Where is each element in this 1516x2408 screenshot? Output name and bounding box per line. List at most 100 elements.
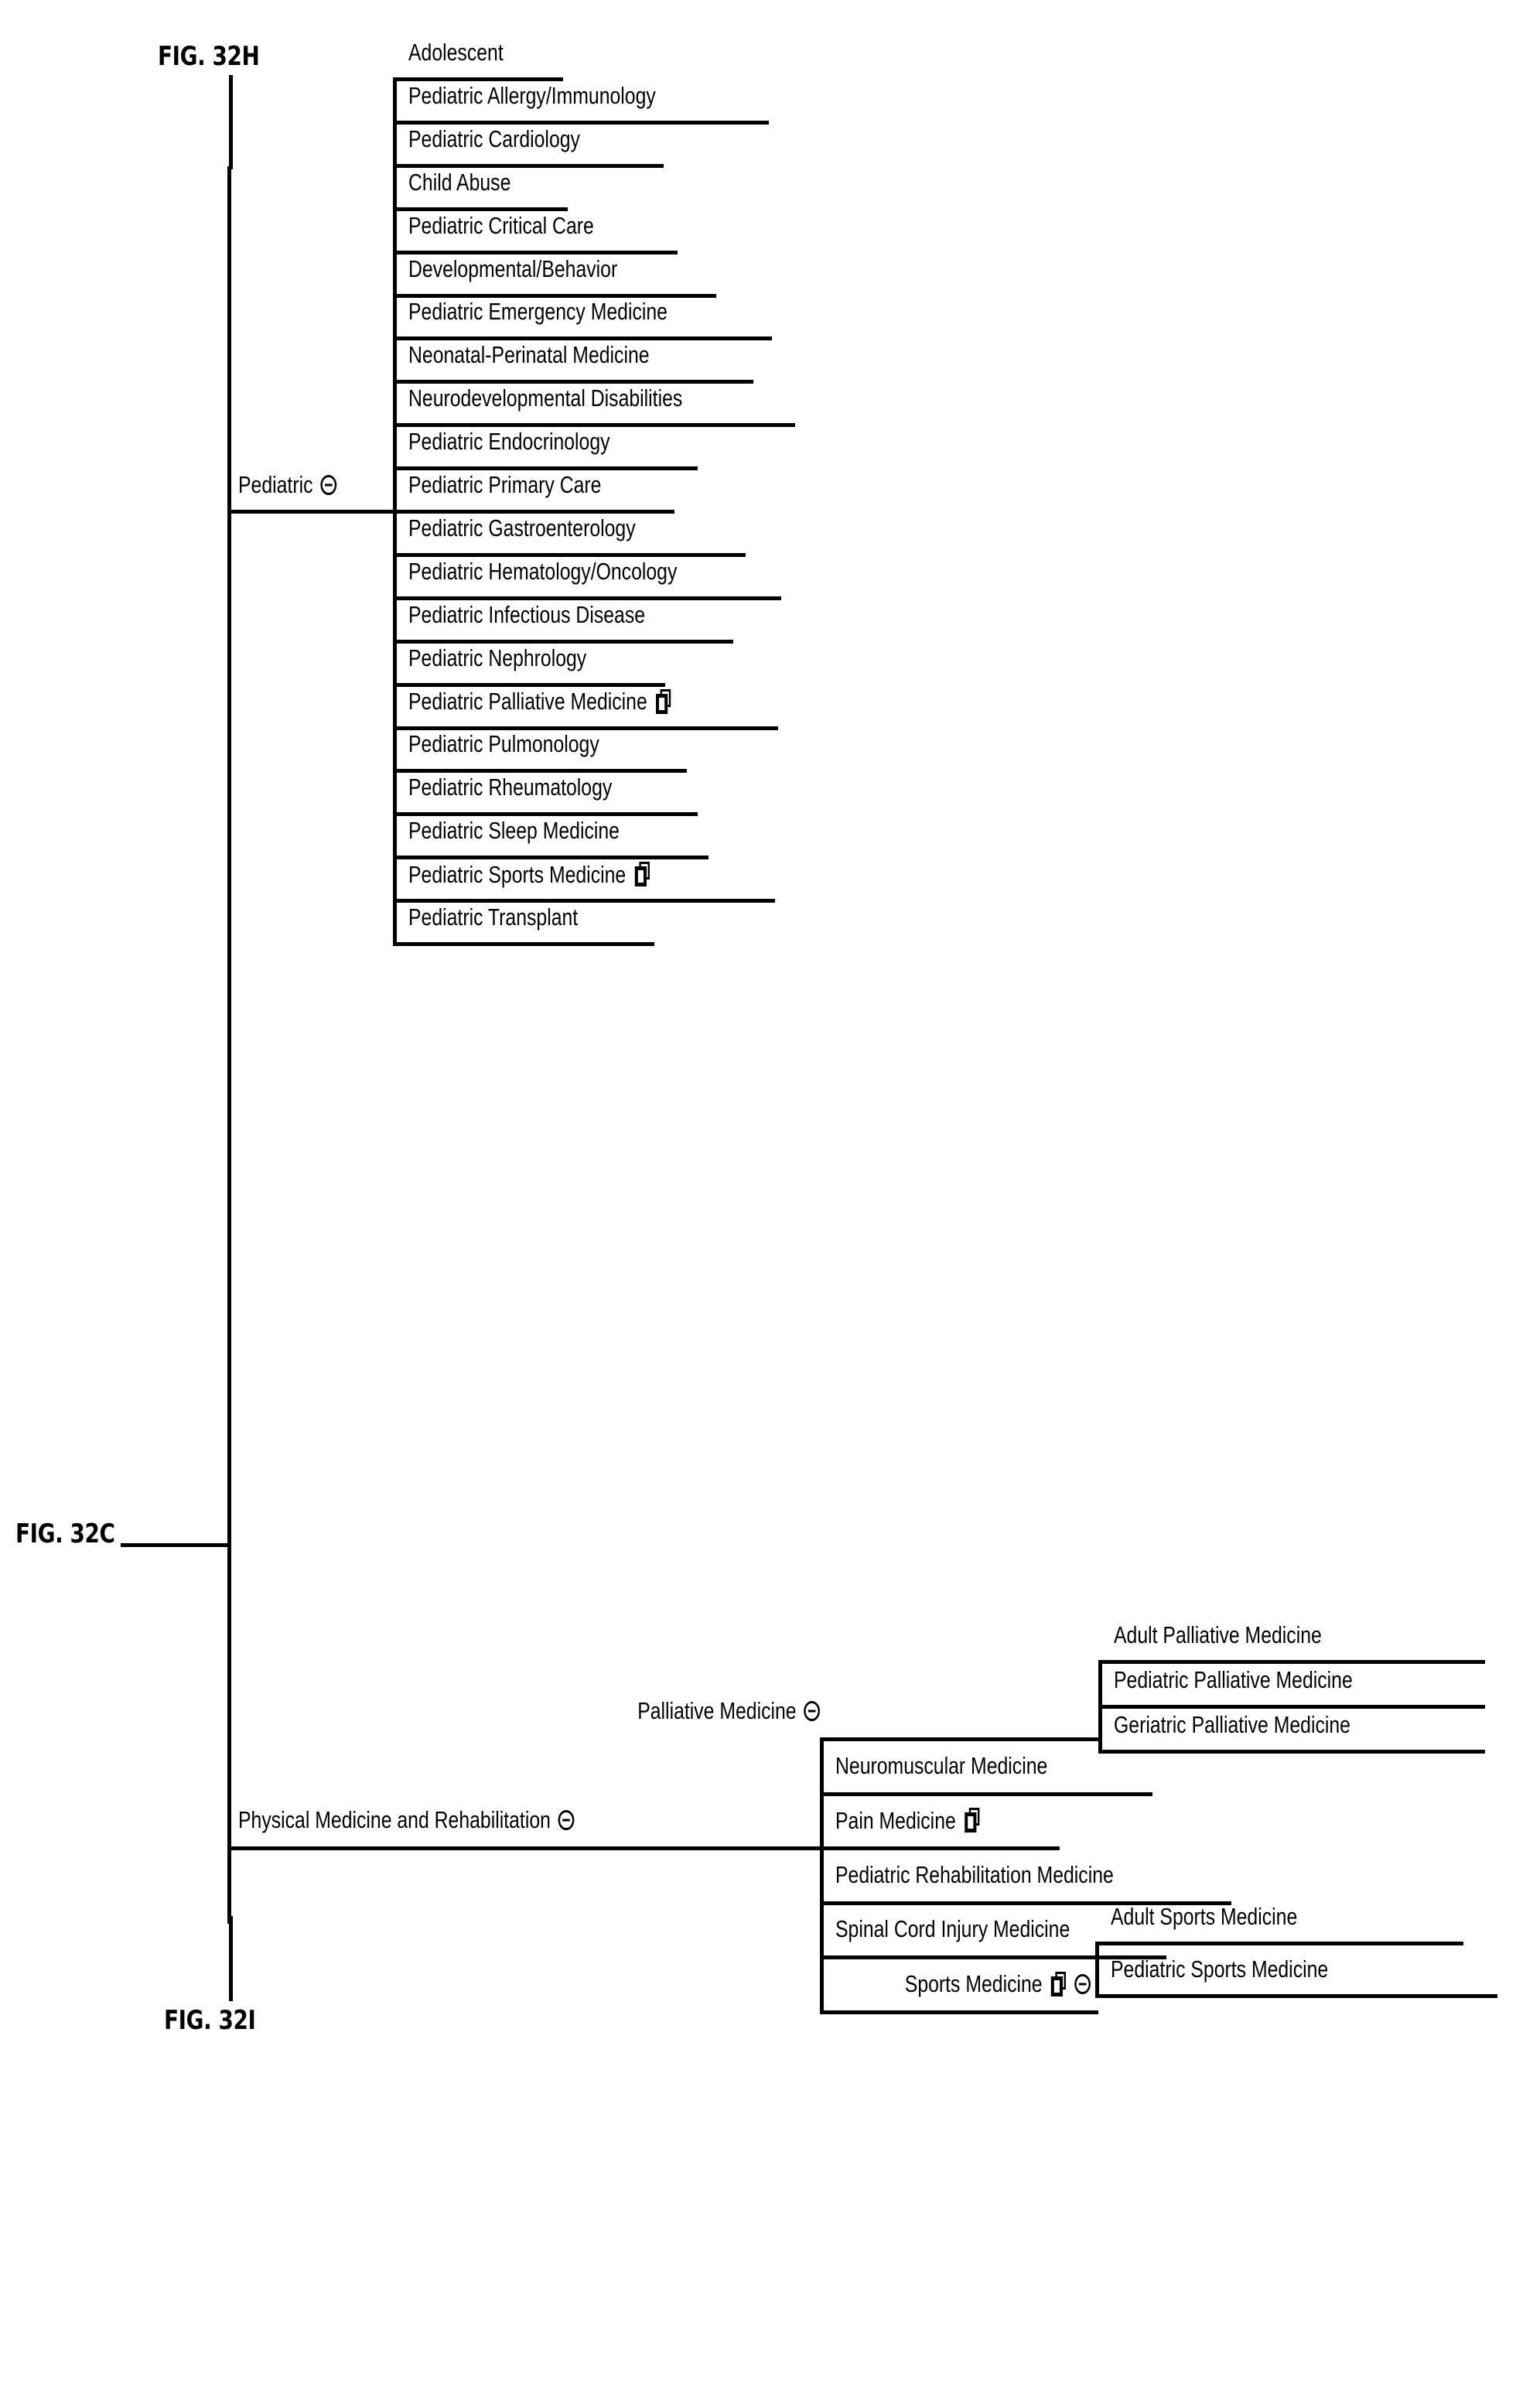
tree-node-pediatric-sports-medicine-label: Pediatric Sports Medicine [408, 860, 627, 888]
tree-node-pediatric-pulmonology-label: Pediatric Pulmonology [408, 730, 599, 758]
tree-node-palliative-medicine[interactable]: Palliative Medicine [634, 1699, 820, 1723]
pediatric-pulmonology-underline [393, 769, 687, 774]
tree-node-adult-sports-medicine[interactable]: Adult Sports Medicine [1111, 1904, 1297, 1928]
tree-node-pediatric-allergy-immunology-label: Pediatric Allergy/Immunology [408, 81, 656, 109]
circled-minus-icon[interactable] [804, 1700, 820, 1721]
tree-node-pediatric-sleep-medicine[interactable]: Pediatric Sleep Medicine [408, 818, 620, 842]
tree-node-pain-medicine[interactable]: Pain Medicine [835, 1808, 981, 1832]
duplicate-sheets-icon[interactable] [634, 862, 650, 887]
figure-label-32h: FIG. 32H [158, 41, 260, 72]
duplicate-sheets-icon[interactable] [655, 688, 672, 714]
tree-node-neurodevelopmental-disabilities-label: Neurodevelopmental Disabilities [408, 384, 683, 412]
tree-node-adolescent[interactable]: Adolescent [408, 40, 504, 64]
tree-node-adult-palliative-medicine-label: Adult Palliative Medicine [1114, 1621, 1322, 1648]
palliative-medicine-underline [820, 1737, 1098, 1741]
sports-medicine-underline [820, 2010, 1098, 2014]
figure-label-32i: FIG. 32I [164, 2005, 256, 2036]
tree-node-neuromuscular-medicine[interactable]: Neuromuscular Medicine [835, 1754, 1047, 1778]
figure-label-32c: FIG. 32C [15, 1518, 115, 1549]
duplicate-sheets-icon[interactable] [1050, 1971, 1067, 1996]
pediatric-cardiology-underline [393, 163, 664, 168]
tree-node-pediatric[interactable]: Pediatric [238, 473, 336, 497]
tree-node-pediatric-sports-medicine-child[interactable]: Pediatric Sports Medicine [1111, 1957, 1328, 1981]
tree-node-pediatric-cardiology[interactable]: Pediatric Cardiology [408, 127, 580, 151]
tree-node-physical-medicine-and-rehabilitation-label: Physical Medicine and Rehabilitation [238, 1806, 551, 1833]
pediatric-infectious-disease-underline [393, 639, 733, 644]
circled-minus-icon[interactable] [558, 1809, 575, 1830]
pediatric-rheumatology-underline [393, 812, 698, 817]
pediatric-palliative-medicine-child-underline [1098, 1705, 1485, 1709]
tree-node-pediatric-rehabilitation-medicine-label: Pediatric Rehabilitation Medicine [835, 1860, 1114, 1888]
tree-node-pediatric-rheumatology[interactable]: Pediatric Rheumatology [408, 775, 612, 799]
geriatric-palliative-medicine-underline [1098, 1750, 1485, 1754]
tree-node-pediatric-palliative-medicine[interactable]: Pediatric Palliative Medicine [408, 688, 672, 714]
adult-sports-medicine-underline [1095, 1942, 1463, 1945]
tree-node-pediatric-hematology-oncology[interactable]: Pediatric Hematology/Oncology [408, 559, 677, 583]
duplicate-sheets-icon[interactable] [964, 1808, 981, 1832]
tree-node-pediatric-endocrinology-label: Pediatric Endocrinology [408, 428, 610, 456]
tree-node-pediatric-pulmonology[interactable]: Pediatric Pulmonology [408, 732, 599, 756]
tree-node-pediatric-sports-medicine[interactable]: Pediatric Sports Medicine [408, 860, 650, 888]
root-spine [227, 166, 231, 1924]
child-abuse-underline [393, 207, 568, 211]
tree-node-pediatric-infectious-disease[interactable]: Pediatric Infectious Disease [408, 603, 645, 627]
tree-node-pediatric-critical-care[interactable]: Pediatric Critical Care [408, 213, 594, 237]
tree-node-pediatric-endocrinology[interactable]: Pediatric Endocrinology [408, 429, 610, 453]
figure-32i-leader-line [229, 1916, 233, 2001]
figure-32h-leader-line [229, 75, 233, 169]
tree-node-spinal-cord-injury-medicine[interactable]: Spinal Cord Injury Medicine [835, 1917, 1070, 1941]
pediatric-sleep-medicine-underline [393, 856, 708, 860]
patent-figure-canvas: FIG. 32H FIG. 32C FIG. 32I Pediatric Ado… [0, 0, 1516, 2408]
physical-medicine-and-rehabilitation-underline [227, 1846, 823, 1850]
pediatric-sports-medicine-underline [393, 899, 775, 903]
developmental-behavior-underline [393, 293, 716, 298]
pediatric-transplant-underline [393, 942, 654, 946]
tree-node-pediatric-primary-care-label: Pediatric Primary Care [408, 471, 602, 498]
tree-node-pediatric-sleep-medicine-label: Pediatric Sleep Medicine [408, 817, 620, 845]
pain-medicine-underline [820, 1846, 1060, 1850]
circled-minus-icon[interactable] [1074, 1973, 1091, 1994]
tree-node-pediatric-nephrology[interactable]: Pediatric Nephrology [408, 646, 586, 670]
tree-node-child-abuse[interactable]: Child Abuse [408, 170, 510, 194]
tree-node-sports-medicine[interactable]: Sports Medicine [880, 1970, 1091, 1997]
tree-node-neurodevelopmental-disabilities[interactable]: Neurodevelopmental Disabilities [408, 386, 682, 410]
neuromuscular-medicine-underline [820, 1791, 1152, 1796]
pediatric-allergy-immunology-underline [393, 120, 769, 125]
tree-node-pediatric-palliative-medicine-child[interactable]: Pediatric Palliative Medicine [1114, 1668, 1353, 1692]
tree-node-developmental-behavior[interactable]: Developmental/Behavior [408, 257, 617, 281]
tree-node-pediatric-emergency-medicine[interactable]: Pediatric Emergency Medicine [408, 299, 668, 323]
circled-minus-icon[interactable] [320, 474, 336, 495]
pediatric-underline [227, 510, 396, 514]
tree-node-geriatric-palliative-medicine-label: Geriatric Palliative Medicine [1114, 1711, 1350, 1738]
tree-node-developmental-behavior-label: Developmental/Behavior [408, 254, 618, 282]
tree-node-pediatric-critical-care-label: Pediatric Critical Care [408, 211, 594, 239]
pediatric-palliative-medicine-underline [393, 726, 778, 730]
tree-node-adult-palliative-medicine[interactable]: Adult Palliative Medicine [1114, 1623, 1322, 1647]
tree-node-pediatric-allergy-immunology[interactable]: Pediatric Allergy/Immunology [408, 84, 656, 108]
tree-node-neonatal-perinatal-medicine[interactable]: Neonatal-Perinatal Medicine [408, 343, 650, 367]
pediatric-primary-care-underline [393, 510, 674, 514]
tree-node-geriatric-palliative-medicine[interactable]: Geriatric Palliative Medicine [1114, 1713, 1350, 1737]
tree-node-pediatric-transplant-label: Pediatric Transplant [408, 903, 579, 931]
tree-node-pediatric-label: Pediatric [238, 471, 313, 498]
adult-palliative-medicine-underline [1098, 1660, 1485, 1664]
tree-node-pain-medicine-label: Pain Medicine [835, 1806, 956, 1834]
pediatric-critical-care-underline [393, 250, 678, 254]
tree-node-sports-medicine-label: Sports Medicine [904, 1970, 1043, 1997]
figure-32c-leader-line [121, 1543, 230, 1547]
tree-node-pediatric-palliative-medicine-child-label: Pediatric Palliative Medicine [1114, 1666, 1353, 1693]
tree-node-pediatric-primary-care[interactable]: Pediatric Primary Care [408, 473, 601, 497]
tree-node-pediatric-emergency-medicine-label: Pediatric Emergency Medicine [408, 298, 668, 326]
tree-node-pediatric-transplant[interactable]: Pediatric Transplant [408, 905, 578, 929]
tree-node-spinal-cord-injury-medicine-label: Spinal Cord Injury Medicine [835, 1915, 1070, 1942]
tree-node-physical-medicine-and-rehabilitation[interactable]: Physical Medicine and Rehabilitation [238, 1806, 575, 1833]
neonatal-perinatal-medicine-underline [393, 380, 753, 384]
tree-node-pediatric-rehabilitation-medicine[interactable]: Pediatric Rehabilitation Medicine [835, 1863, 1114, 1887]
tree-node-pediatric-infectious-disease-label: Pediatric Infectious Disease [408, 600, 646, 628]
tree-node-pediatric-gastroenterology[interactable]: Pediatric Gastroenterology [408, 516, 636, 540]
pediatric-endocrinology-underline [393, 466, 698, 471]
tree-node-pediatric-nephrology-label: Pediatric Nephrology [408, 644, 587, 671]
pediatric-hematology-oncology-underline [393, 596, 781, 600]
tree-node-neonatal-perinatal-medicine-label: Neonatal-Perinatal Medicine [408, 341, 650, 369]
pediatric-nephrology-underline [393, 682, 665, 687]
